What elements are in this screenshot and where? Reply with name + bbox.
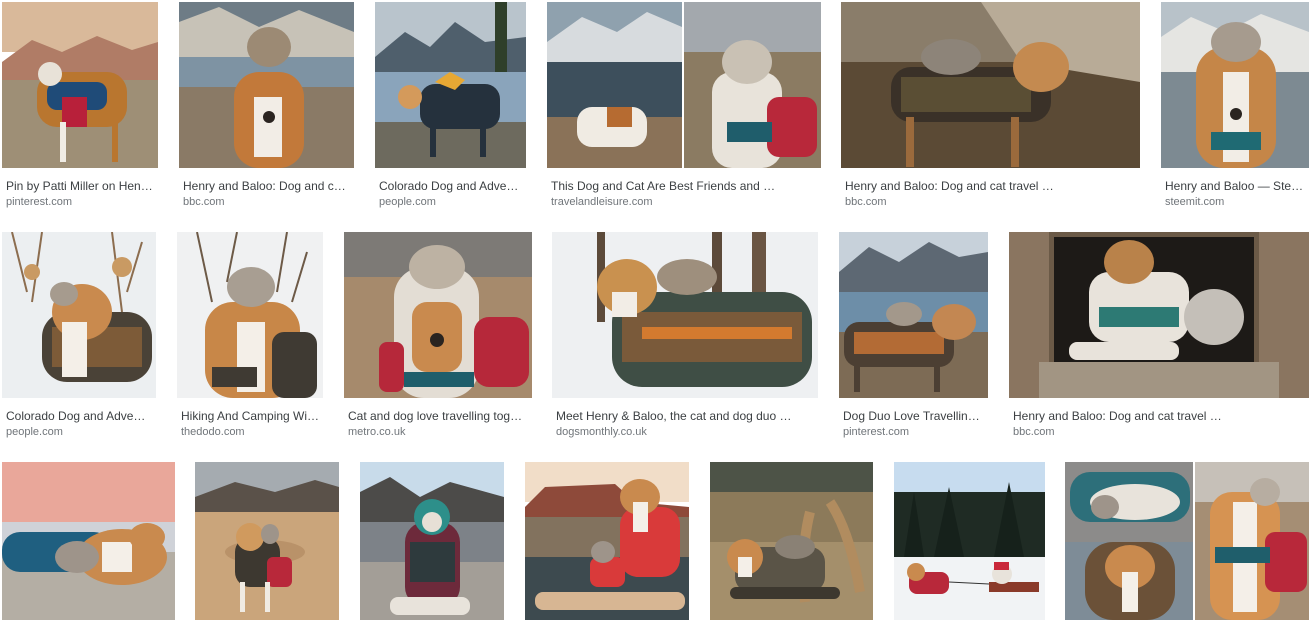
result-title[interactable]: Henry and Baloo: Dog and ca… bbox=[183, 178, 352, 194]
dog-cat-lake-mountains-photo bbox=[839, 232, 988, 398]
result-card[interactable]: Colorado Dog and Adve… people.com bbox=[375, 2, 526, 212]
result-source: steemit.com bbox=[1165, 196, 1225, 208]
result-thumbnail[interactable] bbox=[547, 2, 821, 168]
result-card[interactable] bbox=[2, 462, 175, 620]
cat-on-dog-head-photo bbox=[1161, 2, 1309, 168]
dog-cat-snow-forest-photo bbox=[552, 232, 818, 398]
cat-on-dog-back-photo bbox=[841, 2, 1140, 168]
result-thumbnail[interactable] bbox=[2, 462, 175, 620]
dog-in-jacket-rocks-photo bbox=[360, 462, 504, 620]
dog-cat-snow-branches-photo bbox=[177, 232, 323, 398]
result-thumbnail[interactable] bbox=[2, 2, 158, 168]
result-title[interactable]: Meet Henry & Baloo, the cat and dog duo … bbox=[556, 408, 816, 424]
dog-and-cat-mountain-photo bbox=[2, 2, 158, 168]
result-card[interactable]: Hiking And Camping Wi… thedodo.com bbox=[177, 232, 323, 442]
result-card[interactable]: Henry and Baloo — Stee… steemit.com bbox=[1161, 2, 1309, 212]
result-thumbnail[interactable] bbox=[1009, 232, 1309, 398]
result-thumbnail[interactable] bbox=[195, 462, 339, 620]
result-title[interactable]: Colorado Dog and Adve… bbox=[379, 178, 524, 194]
result-title[interactable]: This Dog and Cat Are Best Friends and … bbox=[551, 178, 819, 194]
dog-in-jacket-lake-photo bbox=[375, 2, 526, 168]
result-thumbnail[interactable] bbox=[1161, 2, 1309, 168]
result-thumbnail[interactable] bbox=[525, 462, 689, 620]
result-card[interactable] bbox=[525, 462, 689, 620]
result-card[interactable] bbox=[1065, 462, 1309, 620]
result-card[interactable]: This Dog and Cat Are Best Friends and … … bbox=[547, 2, 821, 212]
result-card[interactable] bbox=[360, 462, 504, 620]
result-thumbnail[interactable] bbox=[894, 462, 1045, 620]
result-card[interactable] bbox=[710, 462, 873, 620]
result-thumbnail[interactable] bbox=[839, 232, 988, 398]
result-card[interactable] bbox=[894, 462, 1045, 620]
result-card[interactable]: Meet Henry & Baloo, the cat and dog duo … bbox=[552, 232, 818, 442]
result-thumbnail[interactable] bbox=[344, 232, 532, 398]
result-thumbnail[interactable] bbox=[360, 462, 504, 620]
result-card[interactable]: Henry and Baloo: Dog and cat travel … bb… bbox=[841, 2, 1140, 212]
result-title[interactable]: Henry and Baloo: Dog and cat travel … bbox=[1013, 408, 1307, 424]
result-title[interactable]: Colorado Dog and Adve… bbox=[6, 408, 154, 424]
dog-cat-snow-photo bbox=[2, 232, 156, 398]
result-source: bbc.com bbox=[845, 196, 887, 208]
dog-cat-collage-2-photo bbox=[1065, 462, 1309, 620]
result-source: travelandleisure.com bbox=[551, 196, 653, 208]
dog-cat-paddleboard-photo bbox=[525, 462, 689, 620]
result-card[interactable]: Dog Duo Love Travelling… pinterest.com bbox=[839, 232, 988, 442]
result-title[interactable]: Henry and Baloo — Stee… bbox=[1165, 178, 1307, 194]
result-title[interactable]: Henry and Baloo: Dog and cat travel … bbox=[845, 178, 1138, 194]
result-source: pinterest.com bbox=[6, 196, 73, 208]
dog-cat-collage-photo bbox=[547, 2, 821, 168]
result-source: thedodo.com bbox=[181, 426, 245, 438]
result-source: pinterest.com bbox=[843, 426, 910, 438]
dog-cat-grass-photo bbox=[710, 462, 873, 620]
result-card[interactable]: Henry and Baloo: Dog and cat travel … bb… bbox=[1009, 232, 1309, 442]
result-thumbnail[interactable] bbox=[2, 232, 156, 398]
result-title[interactable]: Dog Duo Love Travelling… bbox=[843, 408, 986, 424]
result-source: people.com bbox=[6, 426, 63, 438]
result-title[interactable]: Hiking And Camping Wi… bbox=[181, 408, 321, 424]
result-card[interactable]: Cat and dog love travelling tog… metro.c… bbox=[344, 232, 532, 442]
dog-sled-snow-forest-photo bbox=[894, 462, 1045, 620]
result-card[interactable] bbox=[195, 462, 339, 620]
result-thumbnail[interactable] bbox=[841, 2, 1140, 168]
result-source: bbc.com bbox=[183, 196, 225, 208]
dog-cat-cabin-window-photo bbox=[1009, 232, 1309, 398]
result-thumbnail[interactable] bbox=[375, 2, 526, 168]
result-thumbnail[interactable] bbox=[177, 232, 323, 398]
result-source: dogsmonthly.co.uk bbox=[556, 426, 647, 438]
result-source: metro.co.uk bbox=[348, 426, 406, 438]
dog-cat-sleeping-sunset-photo bbox=[2, 462, 175, 620]
cat-on-dog-head-dunes-photo bbox=[344, 232, 532, 398]
result-thumbnail[interactable] bbox=[179, 2, 354, 168]
result-source: people.com bbox=[379, 196, 436, 208]
result-thumbnail[interactable] bbox=[710, 462, 873, 620]
result-title[interactable]: Cat and dog love travelling tog… bbox=[348, 408, 530, 424]
result-card[interactable]: Pin by Patti Miller on Hen… pinterest.co… bbox=[2, 2, 158, 212]
result-card[interactable]: Henry and Baloo: Dog and ca… bbc.com bbox=[179, 2, 354, 212]
result-title[interactable]: Pin by Patti Miller on Hen… bbox=[6, 178, 156, 194]
cat-on-dog-head-lake-photo bbox=[179, 2, 354, 168]
result-card[interactable]: Colorado Dog and Adve… people.com bbox=[2, 232, 156, 442]
dog-cat-desert-photo bbox=[195, 462, 339, 620]
result-source: bbc.com bbox=[1013, 426, 1055, 438]
result-thumbnail[interactable] bbox=[1065, 462, 1309, 620]
result-thumbnail[interactable] bbox=[552, 232, 818, 398]
